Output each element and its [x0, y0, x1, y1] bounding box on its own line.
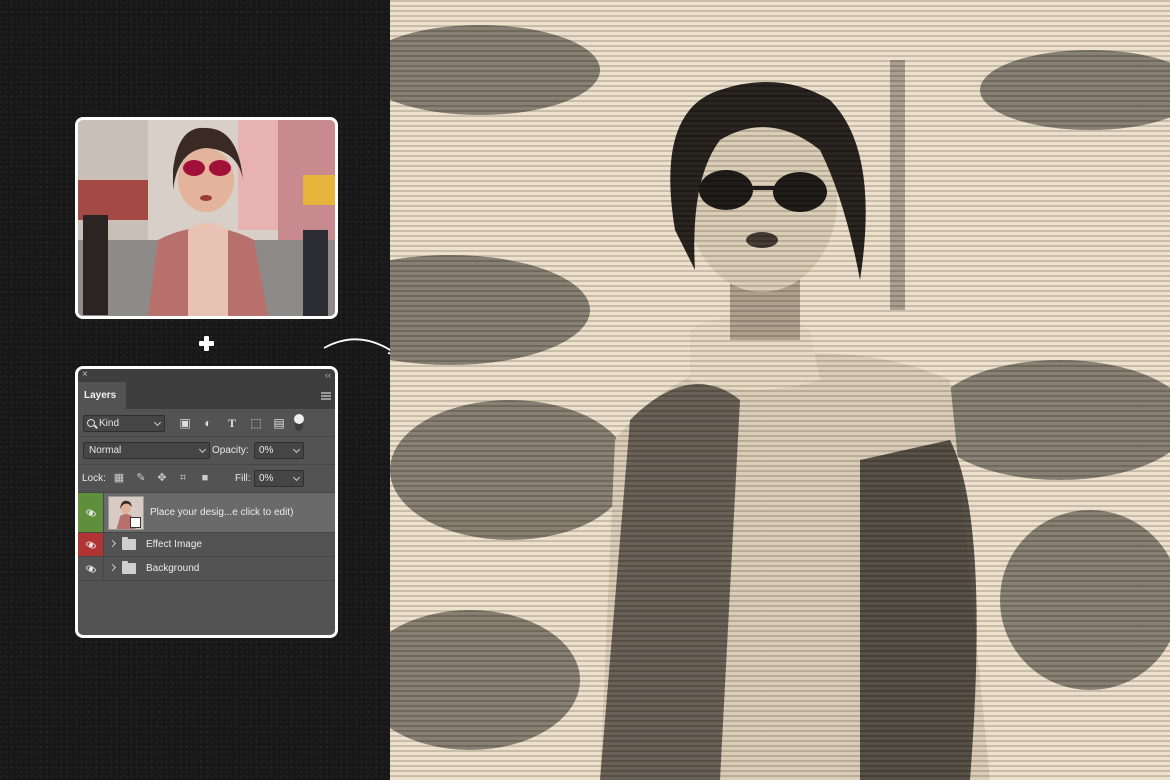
- search-icon: [87, 419, 95, 427]
- lock-paint-icon[interactable]: ✎: [134, 471, 148, 485]
- eye-pupil: [89, 510, 93, 515]
- opacity-label: Opacity:: [212, 445, 249, 456]
- layer-name: Place your desig...e click to edit): [150, 507, 294, 518]
- fill-value: 0%: [259, 473, 274, 484]
- fill-input[interactable]: 0%: [254, 470, 304, 487]
- effect-result-image: [390, 0, 1170, 780]
- smart-object-icon: [130, 517, 141, 528]
- lock-artboard-icon[interactable]: ⌗: [176, 471, 190, 485]
- chevron-right-icon[interactable]: [108, 563, 117, 572]
- layer-row-effect-image[interactable]: Effect Image: [78, 533, 335, 557]
- layer-name: Background: [146, 563, 200, 574]
- blend-mode-select[interactable]: Normal: [83, 442, 210, 459]
- eye-pupil: [89, 542, 93, 547]
- lock-row: Lock: ▦ ✎ ✥ ⌗ ■ Fill: 0%: [78, 465, 335, 493]
- visibility-toggle[interactable]: [78, 493, 104, 532]
- lock-position-icon[interactable]: ✥: [155, 471, 169, 485]
- plus-icon: [198, 335, 215, 352]
- panel-tabs: Layers: [78, 382, 335, 409]
- opacity-input[interactable]: 0%: [254, 442, 304, 459]
- folder-icon: [122, 537, 136, 550]
- type-filter-icon[interactable]: T: [225, 416, 239, 430]
- tab-layers[interactable]: Layers: [78, 382, 126, 409]
- blend-row: Normal Opacity: 0%: [78, 437, 335, 465]
- chevron-down-icon: [292, 473, 301, 482]
- shape-filter-icon[interactable]: ⬚: [249, 416, 263, 430]
- blend-mode-value: Normal: [89, 445, 122, 456]
- original-photo: [75, 117, 338, 319]
- visibility-toggle[interactable]: [78, 557, 104, 580]
- panel-menu-icon[interactable]: [321, 392, 331, 400]
- chevron-down-icon: [198, 445, 207, 454]
- smart-object-filter-icon[interactable]: ▤: [272, 416, 286, 430]
- layer-row-smart-object[interactable]: Place your desig...e click to edit): [78, 493, 335, 533]
- visibility-toggle[interactable]: [78, 533, 104, 556]
- chevron-down-icon: [292, 445, 301, 454]
- layer-name: Effect Image: [146, 539, 202, 550]
- filter-toggle[interactable]: [294, 414, 304, 431]
- chevron-right-icon[interactable]: [108, 539, 117, 548]
- collapse-icon[interactable]: ‹‹: [325, 369, 331, 381]
- panel-titlebar: × ‹‹: [78, 369, 335, 382]
- filter-kind-select[interactable]: Kind: [83, 415, 165, 432]
- filter-row: Kind ▣ ◐ T ⬚ ▤: [78, 409, 335, 437]
- lock-label: Lock:: [82, 473, 106, 484]
- lock-all-icon[interactable]: ■: [198, 471, 212, 485]
- lock-transparent-icon[interactable]: ▦: [112, 471, 126, 485]
- filter-kind-value: Kind: [99, 418, 120, 429]
- layer-row-background[interactable]: Background: [78, 557, 335, 581]
- layers-panel: × ‹‹ Layers Kind ▣ ◐ T ⬚ ▤ Normal Opacit…: [75, 366, 338, 638]
- fill-label: Fill:: [235, 473, 251, 484]
- eye-pupil: [89, 566, 93, 571]
- adjustment-filter-icon[interactable]: ◐: [201, 416, 215, 430]
- chevron-down-icon: [153, 418, 162, 427]
- image-filter-icon[interactable]: ▣: [178, 416, 192, 430]
- folder-icon: [122, 561, 136, 574]
- close-icon[interactable]: ×: [82, 369, 88, 381]
- opacity-value: 0%: [259, 445, 274, 456]
